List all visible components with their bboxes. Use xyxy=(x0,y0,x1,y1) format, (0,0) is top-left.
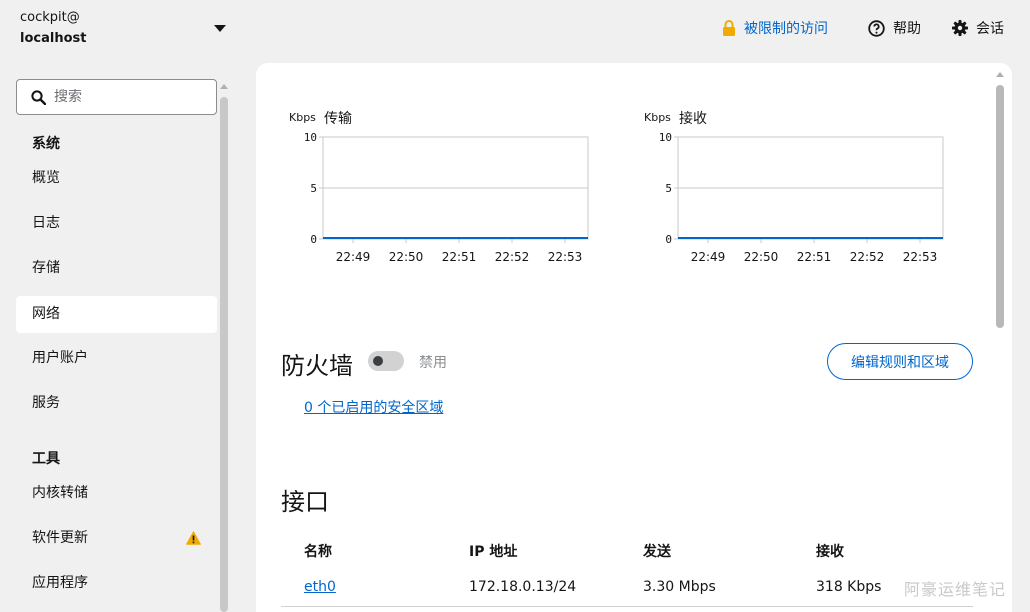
help-button[interactable]: 帮助 xyxy=(868,17,921,39)
firewall-title: 防火墙 xyxy=(281,352,353,380)
transmit-ytick-label: 10 xyxy=(304,131,317,144)
transmit-xtick-label: 22:51 xyxy=(442,250,477,264)
session-button[interactable]: 会话 xyxy=(952,17,1004,39)
active-zones-link[interactable]: 0 个已启用的安全区域 xyxy=(304,397,443,417)
main-scrollbar[interactable] xyxy=(996,85,1004,328)
receive-xtick-label: 22:51 xyxy=(797,250,832,264)
receive-xtick-label: 22:49 xyxy=(691,250,726,264)
lock-icon xyxy=(723,20,735,36)
transmit-ytick-label: 0 xyxy=(310,233,317,246)
table-row-divider xyxy=(281,606,973,607)
transmit-xtick-label: 22:52 xyxy=(495,250,530,264)
search-input[interactable] xyxy=(54,89,194,105)
column-header-ip[interactable]: IP 地址 xyxy=(469,541,517,561)
interface-ip: 172.18.0.13/24 xyxy=(469,579,577,595)
watermark: 阿豪运维笔记 xyxy=(904,580,1007,599)
nav-item-software-updates[interactable]: 软件更新 xyxy=(16,520,217,557)
nav-item-services[interactable]: 服务 xyxy=(16,385,217,422)
column-header-name[interactable]: 名称 xyxy=(304,541,332,561)
receive-chart-plot: 10 5 0 22:49 22:50 22:51 22:52 22:53 xyxy=(659,131,944,264)
host-name: localhost xyxy=(20,31,87,46)
nav-item-applications[interactable]: 应用程序 xyxy=(16,565,217,602)
main-scroll-up-icon[interactable] xyxy=(996,72,1004,77)
nav-heading-system: 系统 xyxy=(32,136,60,152)
limited-access-label: 被限制的访问 xyxy=(744,21,828,37)
host-user: cockpit@ xyxy=(20,10,80,25)
session-label: 会话 xyxy=(976,21,1004,37)
gear-icon xyxy=(952,20,968,36)
interface-received: 318 Kbps xyxy=(816,579,882,595)
receive-xtick-label: 22:52 xyxy=(850,250,885,264)
column-header-received[interactable]: 接收 xyxy=(816,541,844,561)
transmit-xtick-label: 22:53 xyxy=(548,250,583,264)
nav-heading-tools: 工具 xyxy=(32,451,60,467)
nav-item-accounts[interactable]: 用户账户 xyxy=(16,340,217,377)
interface-sent: 3.30 Mbps xyxy=(643,579,716,595)
receive-ytick-label: 5 xyxy=(665,182,672,195)
nav-item-storage[interactable]: 存储 xyxy=(16,250,217,287)
transmit-chart-plot: 10 5 0 22:49 22:50 22:51 22:52 22:53 xyxy=(304,131,589,264)
host-switcher[interactable]: cockpit@ localhost xyxy=(20,10,226,54)
transmit-xtick-label: 22:50 xyxy=(389,250,424,264)
nav-item-kdump[interactable]: 内核转储 xyxy=(16,475,217,512)
receive-chart: Kbps 接收 10 5 0 22:49 22:50 22:51 22:52 22:53 xyxy=(644,108,954,268)
transmit-chart: Kbps 传输 10 5 0 22:49 22:50 22:51 22:52 22:53 xyxy=(289,108,599,268)
receive-xtick-label: 22:53 xyxy=(903,250,938,264)
transmit-ytick-label: 5 xyxy=(310,182,317,195)
nav-item-logs[interactable]: 日志 xyxy=(16,205,217,242)
interfaces-title: 接口 xyxy=(281,488,329,516)
help-label: 帮助 xyxy=(893,21,921,37)
caret-down-icon xyxy=(214,25,226,32)
search-box[interactable] xyxy=(16,79,217,115)
firewall-state: 禁用 xyxy=(419,355,447,371)
nav-item-networking[interactable]: 网络 xyxy=(16,296,217,333)
warning-icon xyxy=(186,531,201,545)
search-icon xyxy=(31,89,46,105)
firewall-toggle[interactable] xyxy=(368,351,404,371)
nav-item-software-updates-label: 软件更新 xyxy=(32,530,88,546)
nav-item-overview[interactable]: 概览 xyxy=(16,160,217,197)
receive-xtick-label: 22:50 xyxy=(744,250,779,264)
receive-ytick-label: 0 xyxy=(665,233,672,246)
sidebar-scrollbar[interactable] xyxy=(220,97,228,612)
toggle-knob xyxy=(373,356,383,366)
column-header-sent[interactable]: 发送 xyxy=(643,541,671,561)
limited-access-button[interactable]: 被限制的访问 xyxy=(722,17,828,39)
edit-rules-zones-button[interactable]: 编辑规则和区域 xyxy=(827,343,973,380)
interface-name-link[interactable]: eth0 xyxy=(304,579,336,595)
question-circle-icon xyxy=(868,19,885,37)
sidebar-scroll-up-icon[interactable] xyxy=(220,84,228,89)
transmit-xtick-label: 22:49 xyxy=(336,250,371,264)
receive-ytick-label: 10 xyxy=(659,131,672,144)
